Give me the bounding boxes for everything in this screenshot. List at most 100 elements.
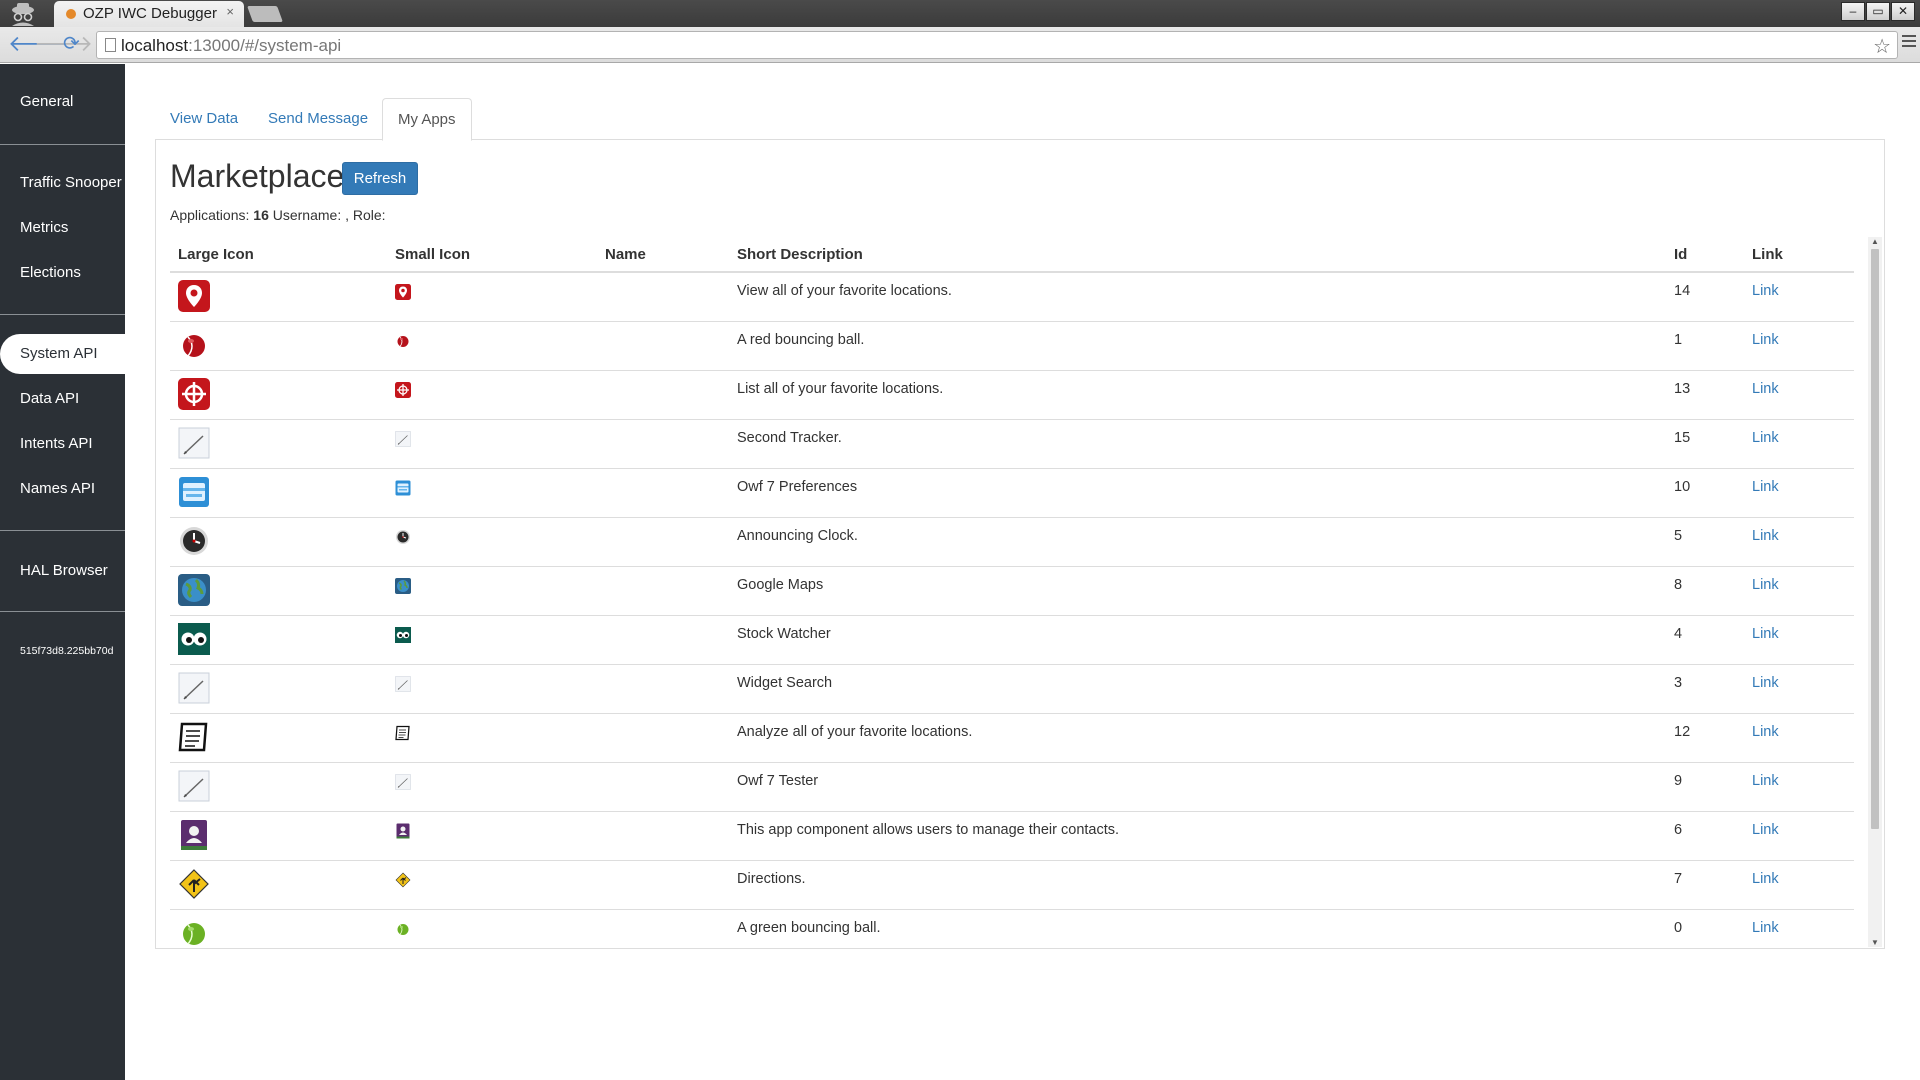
app-link[interactable]: Link <box>1752 871 1779 887</box>
placeholder-icon <box>395 773 411 790</box>
sidebar-divider <box>0 530 125 531</box>
sidebar-item-elections[interactable]: Elections <box>0 253 125 293</box>
app-link-cell: Link <box>1744 614 1854 664</box>
placeholder-icon <box>395 430 411 447</box>
nav-tabs: View Data Send Message My Apps <box>155 98 1885 141</box>
sidebar-item-names-api[interactable]: Names API <box>0 469 125 509</box>
globe-icon <box>178 573 210 606</box>
app-link[interactable]: Link <box>1752 822 1779 838</box>
app-name <box>597 369 729 419</box>
tab-view-data[interactable]: View Data <box>155 98 253 140</box>
app-link-cell: Link <box>1744 271 1854 321</box>
url-text: localhost:13000/#/system-api <box>121 36 341 56</box>
app-link[interactable]: Link <box>1752 528 1779 544</box>
app-link[interactable]: Link <box>1752 332 1779 348</box>
globe-icon <box>395 577 411 594</box>
app-link[interactable]: Link <box>1752 577 1779 593</box>
tab-close-button[interactable]: × <box>226 4 234 19</box>
app-link-cell: Link <box>1744 565 1854 615</box>
url-host: localhost <box>121 36 189 55</box>
bookmark-star-icon[interactable]: ☆ <box>1873 34 1891 59</box>
username-label: Username: <box>272 207 342 223</box>
app-description: A green bouncing ball. <box>729 908 1666 947</box>
sidebar-item-hal-browser[interactable]: HAL Browser <box>0 551 125 591</box>
directions-icon <box>178 868 210 900</box>
sidebar: General Traffic Snooper Metrics Election… <box>0 64 125 1080</box>
tab-send-message[interactable]: Send Message <box>253 98 383 140</box>
app-link[interactable]: Link <box>1752 381 1779 397</box>
small-icon-cell <box>387 614 597 664</box>
app-name <box>597 859 729 909</box>
small-icon-cell <box>387 320 597 370</box>
version-hash: 515f73d8.225bb70d <box>20 645 114 657</box>
app-name <box>597 712 729 762</box>
small-icon-cell <box>387 663 597 713</box>
table-row: List all of your favorite locations. 13 Li… <box>170 369 1854 419</box>
sidebar-item-general[interactable]: General <box>0 82 125 122</box>
table-scrollbar[interactable]: ▲ ▼ <box>1868 237 1882 947</box>
col-header-id: Id <box>1666 237 1744 273</box>
document-icon <box>395 725 411 741</box>
app-description: Owf 7 Preferences <box>729 467 1666 517</box>
app-link[interactable]: Link <box>1752 283 1779 299</box>
browser-tab[interactable]: OZP IWC Debugger × <box>54 1 244 27</box>
app-id: 12 <box>1666 712 1744 762</box>
crosshair-icon <box>395 381 411 398</box>
large-icon-cell <box>170 467 387 517</box>
sidebar-item-data-api[interactable]: Data API <box>0 379 125 419</box>
app-description: Widget Search <box>729 663 1666 713</box>
scrollbar-thumb[interactable] <box>1871 249 1879 829</box>
small-icon-cell <box>387 761 597 811</box>
scroll-up-arrow-icon[interactable]: ▲ <box>1871 237 1879 246</box>
tab-favicon-icon <box>66 9 76 19</box>
app-link[interactable]: Link <box>1752 920 1779 936</box>
minimize-button[interactable]: – <box>1841 2 1865 21</box>
app-description: Second Tracker. <box>729 418 1666 468</box>
tab-my-apps[interactable]: My Apps <box>382 98 472 141</box>
app-link[interactable]: Link <box>1752 724 1779 740</box>
red-ball-icon <box>395 333 411 349</box>
app-description: A red bouncing ball. <box>729 320 1666 370</box>
small-icon-cell <box>387 908 597 947</box>
refresh-button[interactable]: Refresh <box>342 162 418 195</box>
sidebar-item-intents-api[interactable]: Intents API <box>0 424 125 464</box>
small-icon-cell <box>387 418 597 468</box>
app-link-cell: Link <box>1744 320 1854 370</box>
marketplace-summary: Applications: 16 Username: , Role: <box>170 207 386 223</box>
browser-menu-icon[interactable] <box>1902 35 1916 50</box>
app-link[interactable]: Link <box>1752 626 1779 642</box>
app-link[interactable]: Link <box>1752 773 1779 789</box>
app-link[interactable]: Link <box>1752 479 1779 495</box>
app-description: View all of your favorite locations. <box>729 271 1666 321</box>
map-pin-icon <box>178 280 210 312</box>
scroll-down-arrow-icon[interactable]: ▼ <box>1871 938 1879 947</box>
sidebar-item-system-api[interactable]: System API <box>0 334 125 374</box>
green-ball-icon <box>395 921 411 937</box>
app-name <box>597 516 729 566</box>
apps-table-container[interactable]: Large Icon Small Icon Name Short Descrip… <box>170 237 1870 947</box>
app-description: This app component allows users to manag… <box>729 810 1666 860</box>
url-path: :13000/#/system-api <box>188 36 342 55</box>
reload-icon[interactable]: ⟳ <box>63 32 80 56</box>
placeholder-icon <box>178 672 210 704</box>
small-icon-cell <box>387 271 597 321</box>
new-tab-button[interactable] <box>247 6 283 22</box>
address-bar[interactable]: localhost:13000/#/system-api ☆ <box>96 31 1898 59</box>
table-row: Analyze all of your favorite locations. 1… <box>170 712 1854 762</box>
table-row: Owf 7 Tester 9 Link <box>170 761 1854 811</box>
app-link-cell: Link <box>1744 908 1854 947</box>
large-icon-cell <box>170 663 387 713</box>
app-link-cell: Link <box>1744 859 1854 909</box>
clock-icon <box>395 529 411 545</box>
app-link[interactable]: Link <box>1752 675 1779 691</box>
restore-button[interactable]: ▭ <box>1866 2 1890 21</box>
app-link[interactable]: Link <box>1752 430 1779 446</box>
app-id: 5 <box>1666 516 1744 566</box>
sidebar-item-traffic-snooper[interactable]: Traffic Snooper <box>0 163 125 203</box>
window-close-button[interactable]: ✕ <box>1891 2 1915 21</box>
page-title: Marketplace <box>170 158 345 194</box>
app-description: Directions. <box>729 859 1666 909</box>
sidebar-item-metrics[interactable]: Metrics <box>0 208 125 248</box>
placeholder-icon <box>178 770 210 802</box>
applications-label: Applications: <box>170 207 250 223</box>
